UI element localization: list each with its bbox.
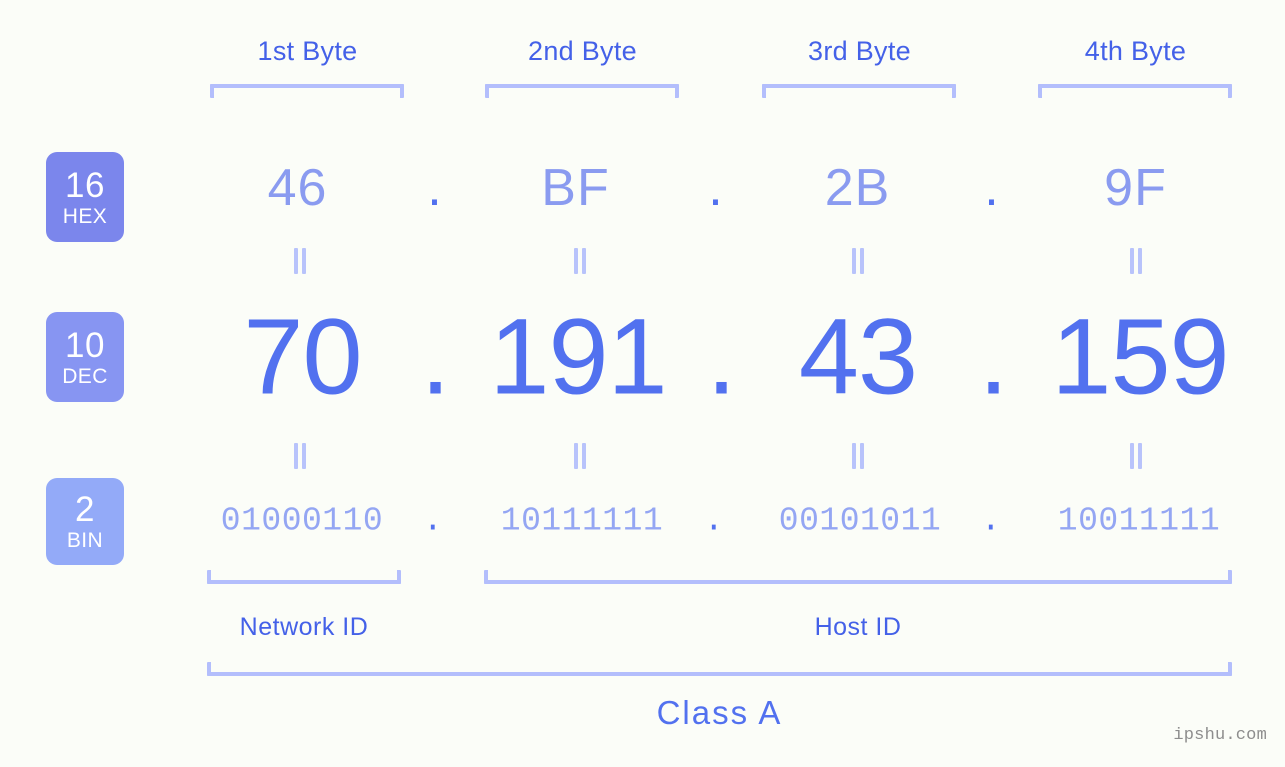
host-id-label: Host ID [814,613,902,641]
byte-bracket-4 [1038,84,1232,98]
equals-icon-dec-bin-3 [851,443,865,469]
hex-octet-2: BF [541,159,610,217]
decimal-octet-4: 159 [1051,295,1229,417]
base-badge-bin: 2 BIN [46,478,124,565]
byte-header-2: 2nd Byte [528,36,637,66]
equals-icon-hex-dec-1 [293,248,307,274]
decimal-octet-3: 43 [798,295,918,417]
equals-icon-hex-dec-3 [851,248,865,274]
class-label: Class A [656,694,783,731]
hex-octet-3: 2B [824,159,891,217]
binary-octet-2: 10111111 [500,502,664,540]
site-watermark: ipshu.com [1173,726,1267,745]
decimal-octet-2: 191 [489,295,667,417]
base-badge-dec-abbr: DEC [62,364,108,388]
hex-octet-4: 9F [1104,159,1167,217]
byte-bracket-3 [762,84,956,98]
network-id-bracket [207,570,401,584]
decimal-separator-3: . [978,295,1008,417]
hex-separator-3: . [984,159,1000,217]
equals-icon-hex-dec-4 [1129,248,1143,274]
decimal-separator-1: . [420,295,450,417]
byte-bracket-2 [485,84,679,98]
binary-separator-1: . [422,502,444,540]
base-badge-hex-abbr: HEX [62,204,108,228]
equals-icon-dec-bin-2 [573,443,587,469]
equals-icon-hex-dec-2 [573,248,587,274]
ip-address-breakdown-diagram: 1st Byte 2nd Byte 3rd Byte 4th Byte 16 H… [0,0,1285,767]
binary-octet-3: 00101011 [778,502,942,540]
equals-icon-dec-bin-1 [293,443,307,469]
binary-octet-1: 01000110 [220,502,384,540]
binary-separator-2: . [703,502,725,540]
base-badge-dec: 10 DEC [46,312,124,402]
byte-header-4: 4th Byte [1084,36,1187,66]
base-badge-bin-number: 2 [75,490,95,529]
byte-header-3: 3rd Byte [808,36,911,66]
binary-separator-3: . [980,502,1002,540]
base-badge-hex: 16 HEX [46,152,124,242]
byte-header-1: 1st Byte [257,36,358,66]
network-id-label: Network ID [239,613,369,641]
base-badge-hex-number: 16 [65,165,105,205]
class-bracket [207,662,1232,676]
base-badge-dec-number: 10 [65,325,105,365]
hex-separator-1: . [427,159,443,217]
binary-octet-4: 10011111 [1057,502,1221,540]
decimal-separator-2: . [706,295,736,417]
equals-icon-dec-bin-4 [1129,443,1143,469]
byte-bracket-1 [210,84,404,98]
decimal-octet-1: 70 [243,295,362,417]
host-id-bracket [484,570,1232,584]
hex-separator-2: . [708,159,724,217]
base-badge-bin-abbr: BIN [66,529,104,552]
hex-octet-1: 46 [267,159,328,217]
